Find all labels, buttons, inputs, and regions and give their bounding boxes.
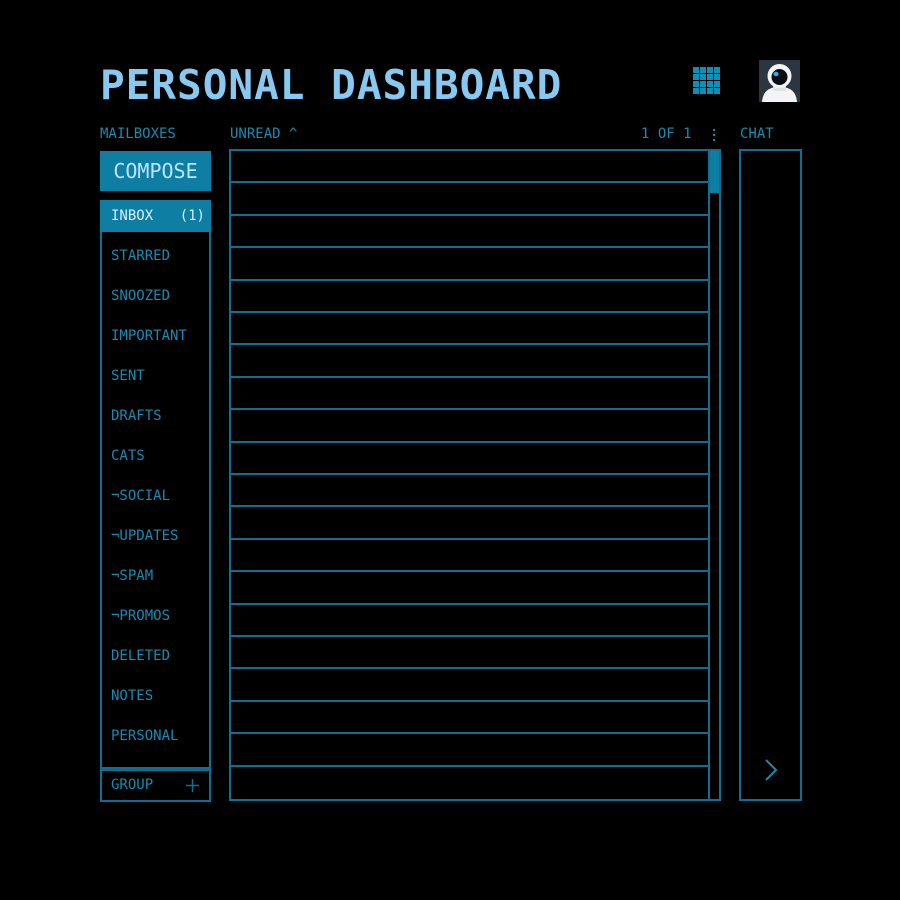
message-row[interactable] xyxy=(231,281,708,313)
mailbox-item-label: DELETED xyxy=(111,648,171,664)
message-row[interactable] xyxy=(231,637,708,670)
mailboxes-label: MAILBOXES xyxy=(100,126,176,142)
mailbox-item-updates[interactable]: ¬UPDATES xyxy=(102,520,209,552)
message-row[interactable] xyxy=(231,151,708,184)
mailbox-item-label: SENT xyxy=(111,368,145,384)
message-row[interactable] xyxy=(231,313,708,346)
message-list xyxy=(229,149,721,801)
scrollbar[interactable] xyxy=(708,151,719,799)
mailbox-item-important[interactable]: IMPORTANT xyxy=(102,320,209,352)
message-row[interactable] xyxy=(231,734,708,767)
mailbox-item-label: ¬UPDATES xyxy=(111,528,179,544)
mailbox-item-snoozed[interactable]: SNOOZED xyxy=(102,280,209,312)
sort-toggle[interactable]: UNREAD ^ xyxy=(230,126,297,142)
message-row[interactable] xyxy=(231,345,708,378)
scroll-thumb[interactable] xyxy=(710,151,719,193)
chevron-right-icon[interactable] xyxy=(763,758,779,782)
page-title: PERSONAL DASHBOARD xyxy=(100,61,563,109)
message-row[interactable] xyxy=(231,767,708,797)
chat-panel xyxy=(739,149,802,801)
compose-button[interactable]: COMPOSE xyxy=(100,151,211,191)
mailbox-item-starred[interactable]: STARRED xyxy=(102,240,209,272)
mailbox-item-label: CATS xyxy=(111,448,145,464)
message-row[interactable] xyxy=(231,443,708,475)
mailbox-item-label: ¬PROMOS xyxy=(111,608,171,624)
astronaut-icon xyxy=(759,60,800,102)
mailbox-item-label: PERSONAL xyxy=(111,728,179,744)
message-row[interactable] xyxy=(231,410,708,443)
message-row[interactable] xyxy=(231,507,708,540)
mailbox-item-label: IMPORTANT xyxy=(111,328,187,344)
mailbox-item-label: NOTES xyxy=(111,688,154,704)
message-row[interactable] xyxy=(231,216,708,249)
chat-label: CHAT xyxy=(740,126,774,142)
message-row[interactable] xyxy=(231,572,708,605)
add-group-button[interactable]: GROUP xyxy=(100,769,211,802)
message-row[interactable] xyxy=(231,248,708,281)
pagination-label: 1 OF 1 xyxy=(641,126,692,142)
message-row[interactable] xyxy=(231,378,708,411)
mailbox-item-personal[interactable]: PERSONAL xyxy=(102,720,209,752)
unread-count-badge: (1) xyxy=(179,208,205,224)
message-row[interactable] xyxy=(231,605,708,637)
mailbox-item-notes[interactable]: NOTES xyxy=(102,680,209,712)
mailbox-item-label: ¬SOCIAL xyxy=(111,488,171,504)
plus-icon xyxy=(186,779,199,792)
mailbox-item-inbox[interactable]: INBOX (1) xyxy=(100,200,211,232)
message-row[interactable] xyxy=(231,540,708,573)
mailbox-item-label: DRAFTS xyxy=(111,408,162,424)
mailbox-list: INBOX (1) STARRED SNOOZED IMPORTANT SENT… xyxy=(100,200,211,769)
message-row[interactable] xyxy=(231,475,708,508)
mailbox-item-label: STARRED xyxy=(111,248,171,264)
mailbox-item-sent[interactable]: SENT xyxy=(102,360,209,392)
mailbox-item-promos[interactable]: ¬PROMOS xyxy=(102,600,209,632)
message-row[interactable] xyxy=(231,183,708,216)
mailbox-item-label: SNOOZED xyxy=(111,288,171,304)
mailbox-item-drafts[interactable]: DRAFTS xyxy=(102,400,209,432)
mailbox-item-social[interactable]: ¬SOCIAL xyxy=(102,480,209,512)
mailbox-item-cats[interactable]: CATS xyxy=(102,440,209,472)
mailbox-item-label: INBOX xyxy=(111,208,154,224)
group-label: GROUP xyxy=(111,777,154,793)
mailbox-item-label: ¬SPAM xyxy=(111,568,154,584)
mailbox-item-spam[interactable]: ¬SPAM xyxy=(102,560,209,592)
kebab-icon[interactable] xyxy=(709,127,719,143)
grid-icon[interactable] xyxy=(693,67,720,94)
avatar[interactable] xyxy=(759,60,800,102)
mailbox-item-deleted[interactable]: DELETED xyxy=(102,640,209,672)
message-row[interactable] xyxy=(231,702,708,735)
message-row[interactable] xyxy=(231,669,708,702)
